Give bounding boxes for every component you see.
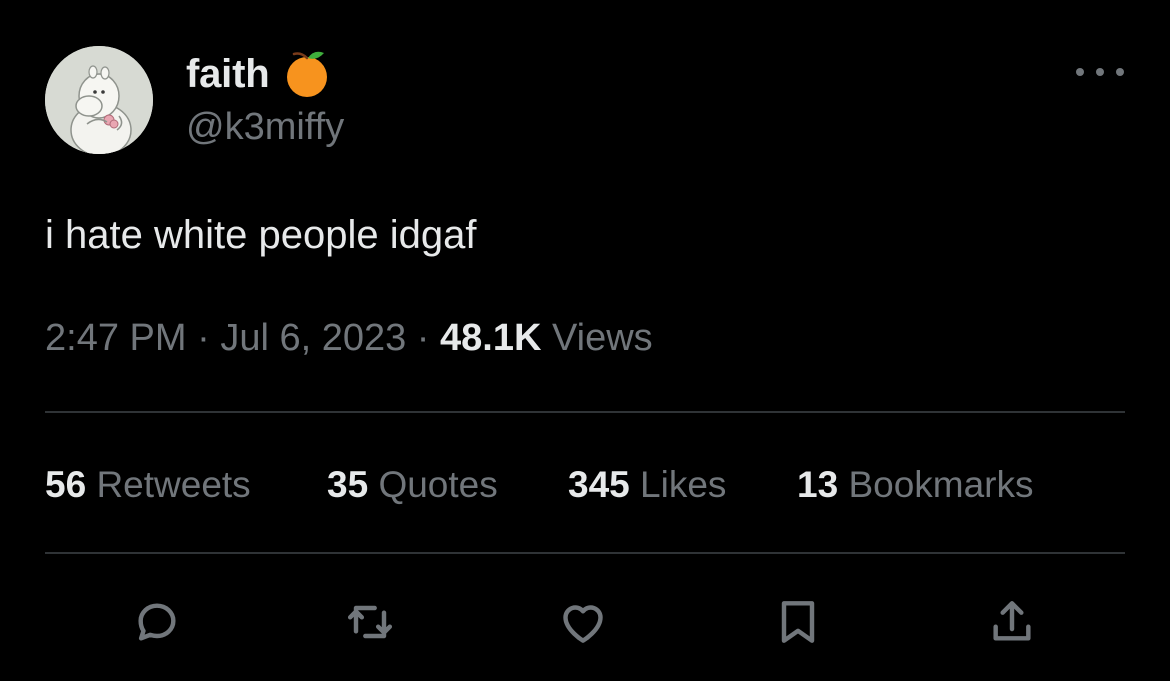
bookmarks-stat[interactable]: 13 Bookmarks bbox=[797, 464, 1034, 506]
divider bbox=[45, 552, 1125, 554]
more-dot bbox=[1076, 68, 1084, 76]
user-handle[interactable]: @k3miffy bbox=[186, 106, 344, 149]
likes-stat[interactable]: 345 Likes bbox=[568, 464, 726, 506]
retweets-label: Retweets bbox=[96, 464, 251, 505]
display-name[interactable]: faith bbox=[186, 52, 270, 97]
tweet-date[interactable]: Jul 6, 2023 bbox=[220, 317, 406, 359]
views-label: Views bbox=[551, 317, 653, 359]
like-icon bbox=[563, 605, 603, 643]
moomin-avatar-icon bbox=[45, 46, 153, 154]
bookmarks-label: Bookmarks bbox=[848, 464, 1034, 505]
meta-separator: · bbox=[197, 317, 210, 359]
tweet-time[interactable]: 2:47 PM bbox=[45, 317, 187, 359]
retweet-icon bbox=[347, 605, 393, 639]
orange-fruit-icon bbox=[281, 48, 333, 100]
share-button[interactable] bbox=[982, 592, 1042, 652]
reply-button[interactable] bbox=[127, 592, 187, 652]
quotes-label: Quotes bbox=[378, 464, 498, 505]
like-button[interactable] bbox=[553, 592, 613, 652]
avatar[interactable] bbox=[45, 46, 153, 154]
more-dot bbox=[1116, 68, 1124, 76]
tweet-meta: 2:47 PM · Jul 6, 2023 · 48.1K Views bbox=[45, 317, 653, 360]
retweet-button[interactable] bbox=[340, 592, 400, 652]
reply-icon bbox=[138, 603, 176, 641]
likes-count: 345 bbox=[568, 464, 630, 505]
tweet-text: i hate white people idgaf bbox=[45, 213, 477, 257]
share-icon bbox=[993, 601, 1031, 641]
more-options-icon[interactable] bbox=[1076, 56, 1124, 88]
divider bbox=[45, 411, 1125, 413]
views-count: 48.1K bbox=[440, 317, 542, 359]
quotes-count: 35 bbox=[327, 464, 369, 505]
display-name-row: faith bbox=[186, 48, 333, 100]
more-dot bbox=[1096, 68, 1104, 76]
bookmark-button[interactable] bbox=[768, 592, 828, 652]
bookmark-icon bbox=[781, 601, 815, 643]
bookmarks-count: 13 bbox=[797, 464, 839, 505]
quotes-stat[interactable]: 35 Quotes bbox=[327, 464, 498, 506]
retweets-count: 56 bbox=[45, 464, 87, 505]
meta-separator: · bbox=[416, 317, 430, 359]
retweets-stat[interactable]: 56 Retweets bbox=[45, 464, 251, 506]
tweet-detail: faith @k3miffy i hate white people idgaf… bbox=[0, 0, 1170, 681]
likes-label: Likes bbox=[640, 464, 727, 505]
